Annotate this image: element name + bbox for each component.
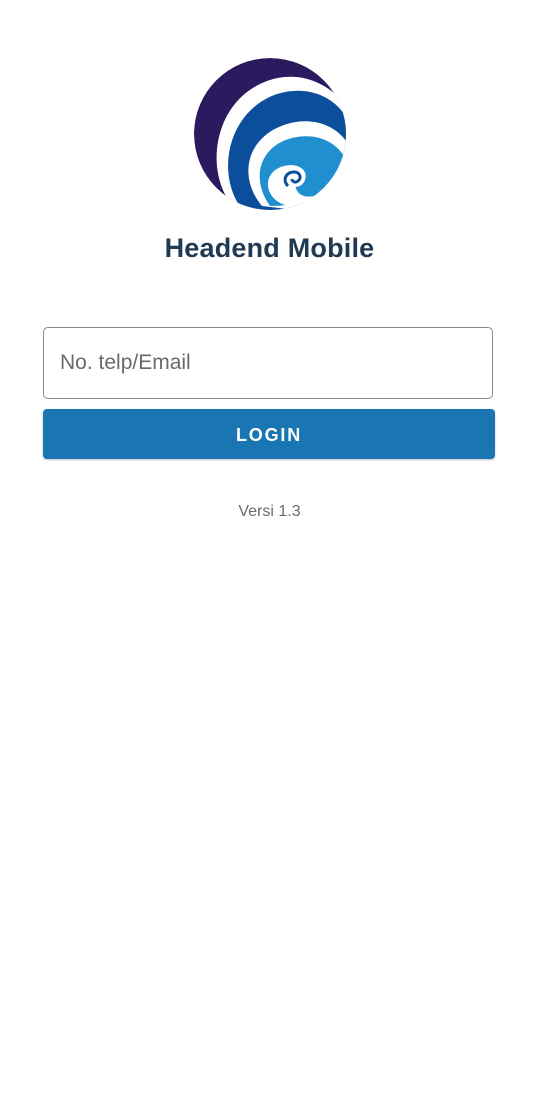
version-label: Versi 1.3 <box>238 503 301 520</box>
phone-email-field[interactable] <box>43 327 493 399</box>
login-button[interactable]: LOGIN <box>43 409 495 459</box>
kominfo-wave-logo-icon <box>192 56 348 212</box>
phone-email-input[interactable] <box>60 328 480 398</box>
app-title: Headend Mobile <box>164 233 375 263</box>
login-screen: Headend Mobile LOGIN Versi 1.3 <box>0 0 539 1113</box>
